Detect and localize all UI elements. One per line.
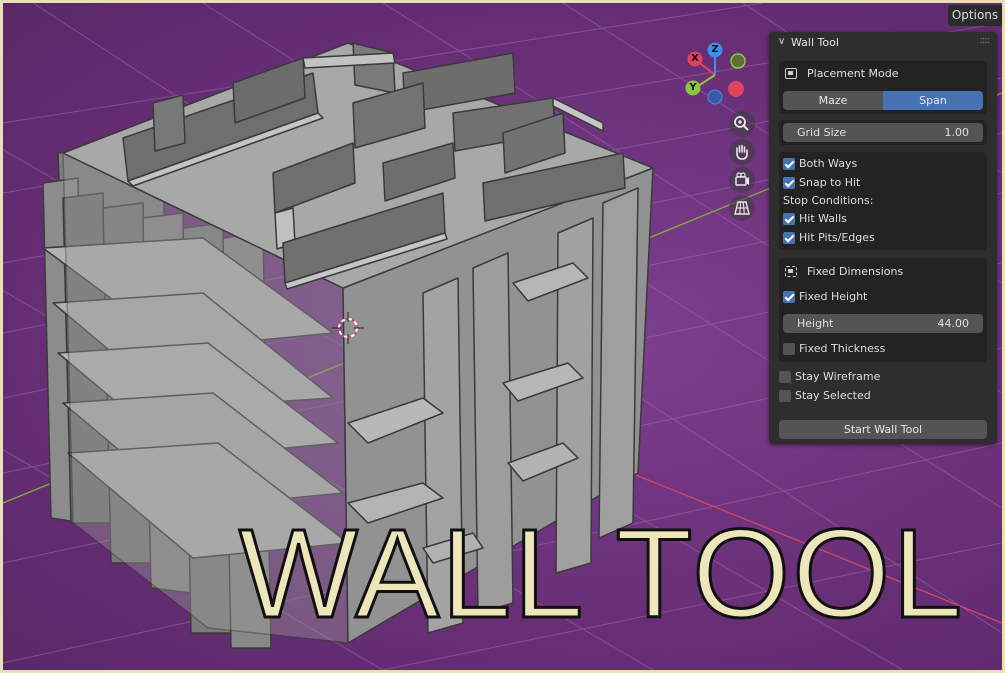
fixed-height-checkbox[interactable] bbox=[783, 291, 795, 303]
options-button[interactable]: Options bbox=[948, 5, 1002, 26]
stop-conditions-label: Stop Conditions: bbox=[783, 194, 874, 207]
overlay-title: WALL TOOL bbox=[237, 502, 965, 646]
stay-selected-checkbox[interactable] bbox=[779, 390, 791, 402]
stop-conditions-row: Stop Conditions: bbox=[779, 192, 987, 210]
fixed-dimensions-label: Fixed Dimensions bbox=[807, 265, 904, 278]
zoom-icon[interactable] bbox=[729, 111, 755, 137]
fixed-thickness-label: Fixed Thickness bbox=[799, 342, 886, 355]
both-ways-row[interactable]: Both Ways bbox=[779, 155, 987, 173]
grid-view-icon[interactable] bbox=[729, 195, 755, 221]
stay-wireframe-checkbox[interactable] bbox=[779, 371, 791, 383]
mode-span-button[interactable]: Span bbox=[883, 91, 983, 110]
grid-size-label: Grid Size bbox=[797, 126, 847, 139]
stay-wireframe-row[interactable]: Stay Wireframe bbox=[775, 368, 983, 386]
gizmo-x-label[interactable]: X bbox=[688, 53, 702, 64]
mode-maze-button[interactable]: Maze bbox=[783, 91, 883, 110]
grid-size-box: Grid Size 1.00 bbox=[779, 120, 987, 145]
3d-viewport[interactable]: Z X Y Options ∨ Wall Tool :::: Placement… bbox=[3, 3, 1002, 670]
gizmo-z-label[interactable]: Z bbox=[708, 44, 722, 55]
snap-to-hit-label: Snap to Hit bbox=[799, 176, 861, 189]
frame: Z X Y Options ∨ Wall Tool :::: Placement… bbox=[0, 0, 1005, 673]
hit-walls-row[interactable]: Hit Walls bbox=[779, 210, 987, 228]
hit-walls-label: Hit Walls bbox=[799, 212, 847, 225]
wall-tool-panel: ∨ Wall Tool :::: Placement Mode Maze Spa… bbox=[769, 32, 997, 444]
stay-selected-row[interactable]: Stay Selected bbox=[775, 387, 983, 405]
placement-mode-icon bbox=[785, 68, 797, 79]
stay-selected-label: Stay Selected bbox=[795, 389, 871, 402]
grid-size-value: 1.00 bbox=[944, 126, 970, 139]
placement-mode-label: Placement Mode bbox=[807, 67, 899, 80]
grid-size-field[interactable]: Grid Size 1.00 bbox=[783, 123, 983, 142]
chevron-down-icon[interactable]: ∨ bbox=[778, 36, 785, 47]
fixed-height-row[interactable]: Fixed Height bbox=[779, 288, 987, 306]
drag-handle-icon[interactable]: :::: bbox=[980, 35, 991, 46]
hand-pan-icon[interactable] bbox=[729, 139, 755, 165]
hit-pits-checkbox[interactable] bbox=[783, 232, 795, 244]
placement-mode-toggle: Maze Span bbox=[783, 91, 983, 110]
hit-walls-checkbox[interactable] bbox=[783, 213, 795, 225]
hit-pits-row[interactable]: Hit Pits/Edges bbox=[779, 229, 987, 247]
fixed-dimensions-icon bbox=[785, 266, 797, 277]
gizmo-y-label[interactable]: Y bbox=[686, 82, 700, 93]
gizmo-neg-y bbox=[730, 53, 746, 69]
both-ways-label: Both Ways bbox=[799, 157, 858, 170]
both-ways-checkbox[interactable] bbox=[783, 158, 795, 170]
height-field[interactable]: Height 44.00 bbox=[783, 314, 983, 333]
panel-title: Wall Tool bbox=[791, 36, 839, 49]
hit-pits-label: Hit Pits/Edges bbox=[799, 231, 875, 244]
snap-to-hit-checkbox[interactable] bbox=[783, 177, 795, 189]
placement-mode-box: Placement Mode Maze Span bbox=[779, 61, 987, 114]
camera-icon[interactable] bbox=[729, 167, 755, 193]
height-label: Height bbox=[797, 317, 834, 330]
gizmo-neg-x bbox=[728, 81, 744, 97]
start-wall-tool-button[interactable]: Start Wall Tool bbox=[779, 420, 987, 439]
panel-header[interactable]: ∨ Wall Tool :::: bbox=[769, 32, 997, 54]
fixed-thickness-row[interactable]: Fixed Thickness bbox=[779, 340, 987, 358]
fixed-thickness-checkbox[interactable] bbox=[783, 343, 795, 355]
stay-wireframe-label: Stay Wireframe bbox=[795, 370, 881, 383]
gizmo-neg-z bbox=[707, 89, 723, 105]
height-value: 44.00 bbox=[937, 317, 970, 330]
snap-to-hit-row[interactable]: Snap to Hit bbox=[779, 174, 987, 192]
options-box: Both Ways Snap to Hit Stop Conditions: H… bbox=[779, 152, 987, 250]
fixed-dimensions-box: Fixed Dimensions Fixed Height Height 44.… bbox=[779, 258, 987, 362]
fixed-height-label: Fixed Height bbox=[799, 290, 868, 303]
